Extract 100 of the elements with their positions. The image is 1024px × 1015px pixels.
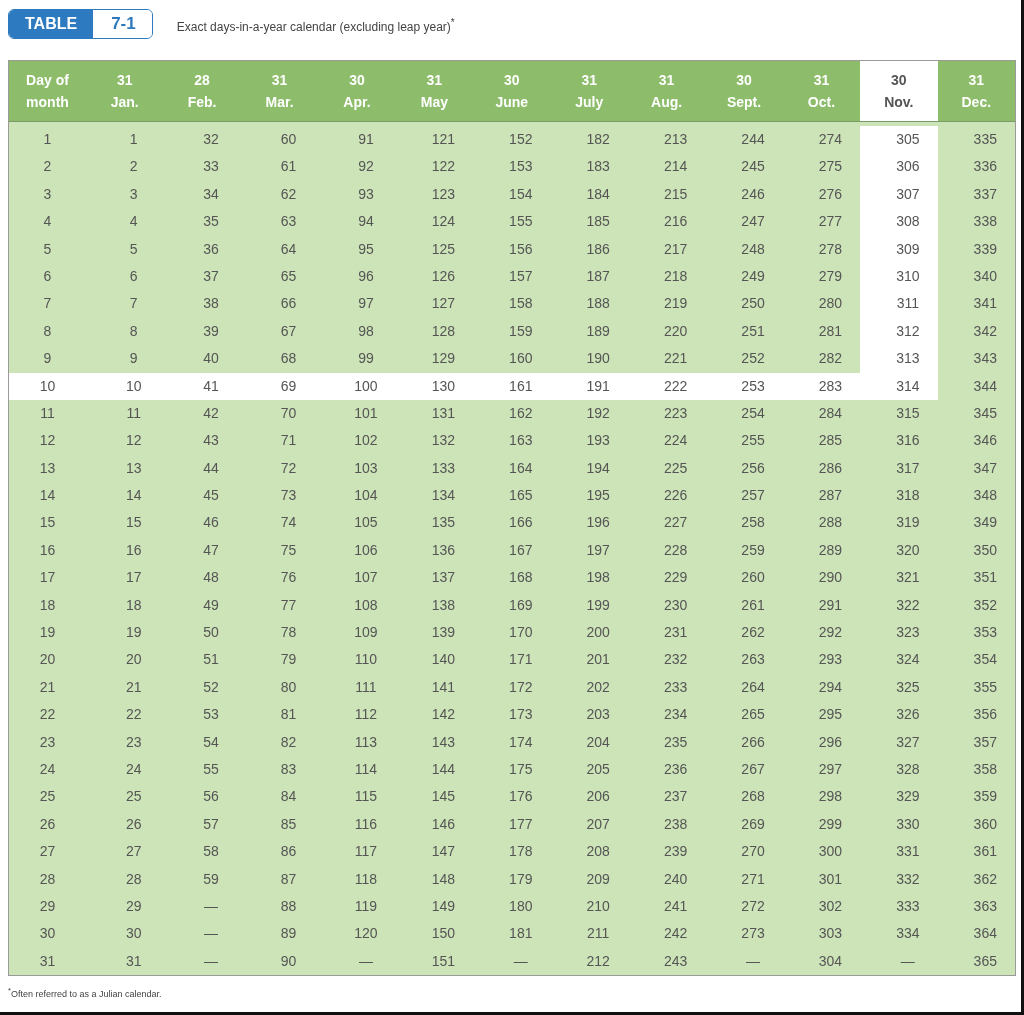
table-cell-text: 292: [817, 623, 844, 643]
table-cell-text: 264: [740, 677, 766, 697]
table-cell-text: 102: [353, 431, 379, 451]
table-cell-text: 348: [972, 486, 998, 506]
table-cell-text: 269: [740, 814, 766, 834]
table-cell-text: 365: [972, 951, 998, 971]
table-cell-text: 218: [662, 266, 689, 286]
table-cell-text: 145: [430, 787, 457, 807]
table-cell-text: 67: [279, 321, 298, 341]
table-cell-text: 246: [740, 184, 766, 204]
table-cell-text: 179: [508, 869, 534, 889]
table-cell-text: 24: [124, 760, 143, 779]
table-cell-text: 45: [202, 486, 220, 506]
table-cell-text: 182: [585, 130, 611, 149]
table-cell-text: 267: [740, 760, 766, 779]
table-cell-text: 96: [357, 266, 375, 286]
table-cell-text: 106: [353, 540, 379, 560]
table-cell-text: 363: [972, 896, 998, 916]
table-cell-text: 27: [124, 842, 143, 862]
table-cell-text: 273: [740, 924, 766, 944]
table-cell-text: 48: [202, 568, 220, 588]
table-cell-text: 260: [740, 568, 766, 588]
table-cell-text: 325: [895, 677, 921, 697]
table-title: Exact days-in-a-year calendar (excluding leap year)$^{*}$: [176, 15, 455, 34]
table-cell-text: 192: [585, 403, 611, 423]
table-cell-text: 166: [508, 513, 534, 533]
row-header: 29: [38, 896, 57, 916]
table-cell-text: 319: [895, 513, 921, 533]
table-cell-text: 92: [357, 157, 375, 177]
table-cell-text: 91: [357, 130, 375, 149]
table-cell-text: —: [745, 951, 762, 971]
footnote: $^{*}$Often referred to as a Julian calendar.: [8, 986, 163, 1000]
table-cell-text: 347: [972, 458, 998, 478]
table-cell: 307: [860, 180, 938, 209]
table-cell: 69: [240, 372, 319, 400]
table-cell-text: 225: [662, 458, 689, 478]
table-cell-text: 238: [662, 814, 689, 834]
table-cell-text: 335: [972, 130, 998, 149]
table-label: TABLE: [9, 10, 94, 38]
table-cell-text: 220: [662, 321, 689, 341]
table-cell-text: 25: [124, 787, 143, 807]
table-cell-text: 171: [508, 650, 534, 670]
table-cell-text: 321: [895, 568, 921, 588]
table-cell-text: 101: [353, 403, 379, 423]
table-cell-text: 243: [662, 951, 689, 971]
table-cell-text: 217: [662, 239, 689, 259]
table-cell-text: 327: [895, 732, 921, 752]
table-cell-text: 289: [817, 540, 844, 560]
table-cell-text: 123: [430, 184, 457, 204]
table-cell-text: 163: [508, 431, 534, 451]
table-cell-text: 213: [662, 130, 689, 149]
table-cell-text: 20: [124, 650, 143, 670]
table-cell-text: 126: [430, 266, 457, 286]
table-cell-text: 258: [740, 513, 766, 533]
table-cell-text: 86: [279, 842, 298, 862]
table-cell-text: 146: [430, 814, 457, 834]
table-cell-text: 143: [430, 732, 457, 752]
row-header: 11: [39, 403, 56, 423]
table-cell-text: 129: [430, 349, 457, 369]
row-header: 15: [38, 513, 57, 533]
row-header: 21: [38, 677, 57, 697]
table-cell-text: 352: [972, 595, 998, 615]
table-cell: 10: [86, 372, 164, 400]
row-header: 5: [42, 239, 53, 259]
table-cell-text: 7: [128, 294, 139, 314]
table-cell-text: —: [203, 951, 220, 971]
table-cell-text: 278: [817, 239, 844, 259]
table-cell-text: 200: [585, 623, 611, 643]
table-cell-text: 185: [585, 212, 611, 232]
table-cell-text: 336: [972, 157, 998, 177]
table-cell: 41: [163, 372, 241, 400]
table-cell-text: 212: [585, 951, 611, 971]
table-cell-text: 115: [353, 787, 379, 807]
table-cell-text: 293: [817, 650, 844, 670]
row-header: 20: [38, 650, 57, 670]
column-header: 30 Apr.: [318, 61, 396, 122]
table-cell-text: 224: [662, 431, 689, 451]
table-cell-text: 203: [585, 705, 611, 725]
table-cell-text: 94: [357, 212, 375, 232]
table-cell-text: 16: [124, 540, 143, 560]
table-cell-text: 197: [585, 540, 611, 560]
table-cell-text: 356: [972, 705, 998, 725]
row-header: 30: [38, 924, 57, 944]
table-cell-text: 346: [972, 431, 998, 451]
table-cell-text: 156: [508, 239, 534, 259]
table-cell-text: 17: [124, 568, 143, 588]
table-cell-text: 205: [585, 760, 611, 779]
table-cell-text: 204: [585, 732, 611, 752]
table-cell-text: 271: [740, 869, 766, 889]
table-cell-text: 38: [202, 294, 220, 314]
table-cell-text: 117: [353, 842, 379, 862]
table-cell-text: 350: [972, 540, 998, 560]
table-cell-text: 334: [895, 924, 921, 944]
column-header: 31 Jan.: [86, 61, 164, 122]
table-cell-text: 211: [586, 924, 611, 944]
row-header: 19: [38, 623, 57, 643]
column-header: 30 Sept.: [705, 61, 783, 122]
row-header: 28: [38, 869, 57, 889]
table-cell-text: —: [512, 951, 529, 971]
table-cell-text: 299: [817, 814, 844, 834]
